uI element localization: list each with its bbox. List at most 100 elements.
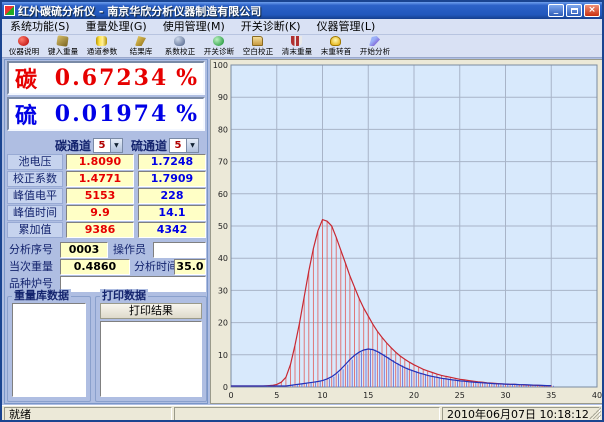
sulfur-label: 硫: [15, 98, 37, 130]
svg-text:50: 50: [218, 222, 228, 231]
svg-text:30: 30: [218, 286, 228, 295]
switch-diagnosis-icon: [213, 36, 224, 46]
close-button[interactable]: ×: [584, 4, 600, 17]
weight-db-listbox[interactable]: [12, 303, 86, 397]
channel-selector-row: 碳通道 5 ▼ 硫通道 5 ▼: [5, 136, 209, 154]
key-in-weight-icon: [56, 35, 68, 46]
minimize-button[interactable]: _: [548, 4, 564, 17]
chevron-down-icon[interactable]: ▼: [186, 139, 198, 152]
carbon-label: 碳: [15, 62, 37, 94]
table-row-accumulated-value: 累加值 9386 4342: [5, 222, 209, 239]
table-row-peak-time: 峰值时间 9.9 14.1: [5, 205, 209, 222]
results-db-icon: [135, 36, 146, 46]
carbon-channel-label: 碳通道: [55, 137, 91, 154]
peak-time-sulfur: 14.1: [138, 205, 206, 221]
toolbar-button-results-db[interactable]: 结果库: [121, 35, 160, 58]
analysis-time-field[interactable]: 35.0: [174, 259, 206, 275]
table-row-correction-coefficient: 校正系数 1.4771 1.7909: [5, 171, 209, 188]
start-analysis-icon: [369, 36, 380, 46]
print-result-header[interactable]: 打印结果: [100, 303, 202, 319]
toolbar-button-blank-calibration[interactable]: 空白校正: [238, 35, 277, 58]
svg-text:15: 15: [363, 391, 373, 400]
title-bar: 红外碳硫分析仪 - 南京华欣分析仪器制造有限公司 _ ×: [2, 2, 602, 19]
sulfur-channel-select[interactable]: 5 ▼: [169, 138, 199, 153]
current-weight-label: 当次重量: [9, 259, 53, 275]
status-spacer: [174, 407, 440, 421]
menu-instrument-management[interactable]: 仪器管理(L): [309, 19, 384, 35]
last-weight-to-first-icon: [330, 36, 341, 46]
chevron-down-icon[interactable]: ▼: [110, 139, 122, 152]
toolbar-button-last-weight-to-first[interactable]: 末重转首: [316, 35, 355, 58]
carbon-channel-select[interactable]: 5 ▼: [93, 138, 123, 153]
svg-text:10: 10: [218, 351, 228, 360]
menu-usage-management[interactable]: 使用管理(M): [155, 19, 233, 35]
peak-level-carbon: 5153: [66, 188, 134, 204]
app-window: 红外碳硫分析仪 - 南京华欣分析仪器制造有限公司 _ × 系统功能(S) 重量处…: [0, 0, 604, 422]
restore-button[interactable]: [566, 4, 582, 17]
svg-text:60: 60: [218, 190, 228, 199]
peak-curves-plot: 01020304050607080901000510152025303540: [211, 60, 603, 403]
app-icon: [4, 5, 15, 16]
svg-text:30: 30: [500, 391, 510, 400]
print-result-area[interactable]: [100, 321, 202, 397]
carbon-value: 0.67234: [47, 65, 176, 91]
toolbar-button-instrument-manual[interactable]: 仪器说明: [4, 35, 43, 58]
menu-weight-processing[interactable]: 重量处理(G): [78, 19, 155, 35]
toolbar-button-channel-params[interactable]: 通道参数: [82, 35, 121, 58]
sulfur-result-display: 硫 0.01974 %: [7, 97, 205, 131]
analysis-curve-chart: 01020304050607080901000510152025303540: [210, 59, 604, 404]
cell-voltage-carbon: 1.8090: [66, 154, 134, 170]
analysis-time-label: 分析时间: [134, 259, 178, 275]
coefficient-calibration-icon: [174, 36, 185, 46]
menu-system-functions[interactable]: 系统功能(S): [2, 19, 78, 35]
analysis-no-field[interactable]: 0003: [60, 242, 108, 258]
measurement-panel: 碳 0.67234 % 硫 0.01974 % 碳通道 5 ▼ 硫通道 5 ▼ …: [4, 59, 208, 404]
accumulated-value-sulfur: 4342: [138, 222, 206, 238]
peak-level-sulfur: 228: [138, 188, 206, 204]
status-ready: 就绪: [4, 407, 172, 421]
current-weight-field[interactable]: 0.4860: [60, 259, 130, 275]
svg-text:80: 80: [218, 125, 228, 134]
analysis-no-label: 分析序号: [9, 242, 53, 258]
weight-db-group-label: 重量库数据: [12, 289, 71, 303]
status-bar: 就绪 2010年06月07日 10:18:12: [2, 405, 602, 422]
blank-calibration-icon: [252, 36, 263, 46]
window-title: 红外碳硫分析仪 - 南京华欣分析仪器制造有限公司: [18, 3, 548, 19]
clear-last-weight-icon: [291, 36, 302, 46]
correction-coefficient-carbon: 1.4771: [66, 171, 134, 187]
toolbar-button-clear-last-weight[interactable]: 清末重量: [277, 35, 316, 58]
svg-text:40: 40: [592, 391, 602, 400]
table-row-peak-level: 峰值电平 5153 228: [5, 188, 209, 205]
instrument-manual-icon: [18, 36, 29, 46]
svg-text:25: 25: [455, 391, 465, 400]
toolbar-button-coefficient-calibration[interactable]: 系数校正: [160, 35, 199, 58]
svg-text:40: 40: [218, 254, 228, 263]
svg-text:10: 10: [317, 391, 327, 400]
svg-text:35: 35: [546, 391, 556, 400]
svg-text:0: 0: [223, 383, 228, 392]
operator-field[interactable]: [153, 242, 206, 258]
peak-time-carbon: 9.9: [66, 205, 134, 221]
sulfur-channel-label: 硫通道: [131, 137, 167, 154]
print-data-group: 打印数据 打印结果: [95, 296, 207, 402]
carbon-result-display: 碳 0.67234 %: [7, 61, 205, 95]
channel-params-icon: [96, 36, 107, 46]
menu-bar: 系统功能(S) 重量处理(G) 使用管理(M) 开关诊断(K) 仪器管理(L): [2, 19, 602, 35]
sulfur-value: 0.01974: [47, 101, 176, 127]
toolbar: 仪器说明 键入重量 通道参数 结果库 系数校正 开关诊断 空白校正 清末重量: [2, 35, 602, 58]
svg-text:5: 5: [274, 391, 279, 400]
correction-coefficient-sulfur: 1.7909: [138, 171, 206, 187]
print-data-group-label: 打印数据: [100, 289, 148, 303]
toolbar-button-key-in-weight[interactable]: 键入重量: [43, 35, 82, 58]
cell-voltage-sulfur: 1.7248: [138, 154, 206, 170]
menu-switch-diagnosis[interactable]: 开关诊断(K): [233, 19, 309, 35]
toolbar-button-switch-diagnosis[interactable]: 开关诊断: [199, 35, 238, 58]
accumulated-value-carbon: 9386: [66, 222, 134, 238]
sulfur-unit: %: [176, 101, 197, 127]
table-row-cell-voltage: 池电压 1.8090 1.7248: [5, 154, 209, 171]
operator-label: 操作员: [113, 242, 146, 258]
toolbar-button-start-analysis[interactable]: 开始分析: [355, 35, 394, 58]
restore-icon: [571, 8, 578, 14]
resize-grip-icon[interactable]: [589, 407, 601, 419]
svg-text:20: 20: [218, 319, 228, 328]
